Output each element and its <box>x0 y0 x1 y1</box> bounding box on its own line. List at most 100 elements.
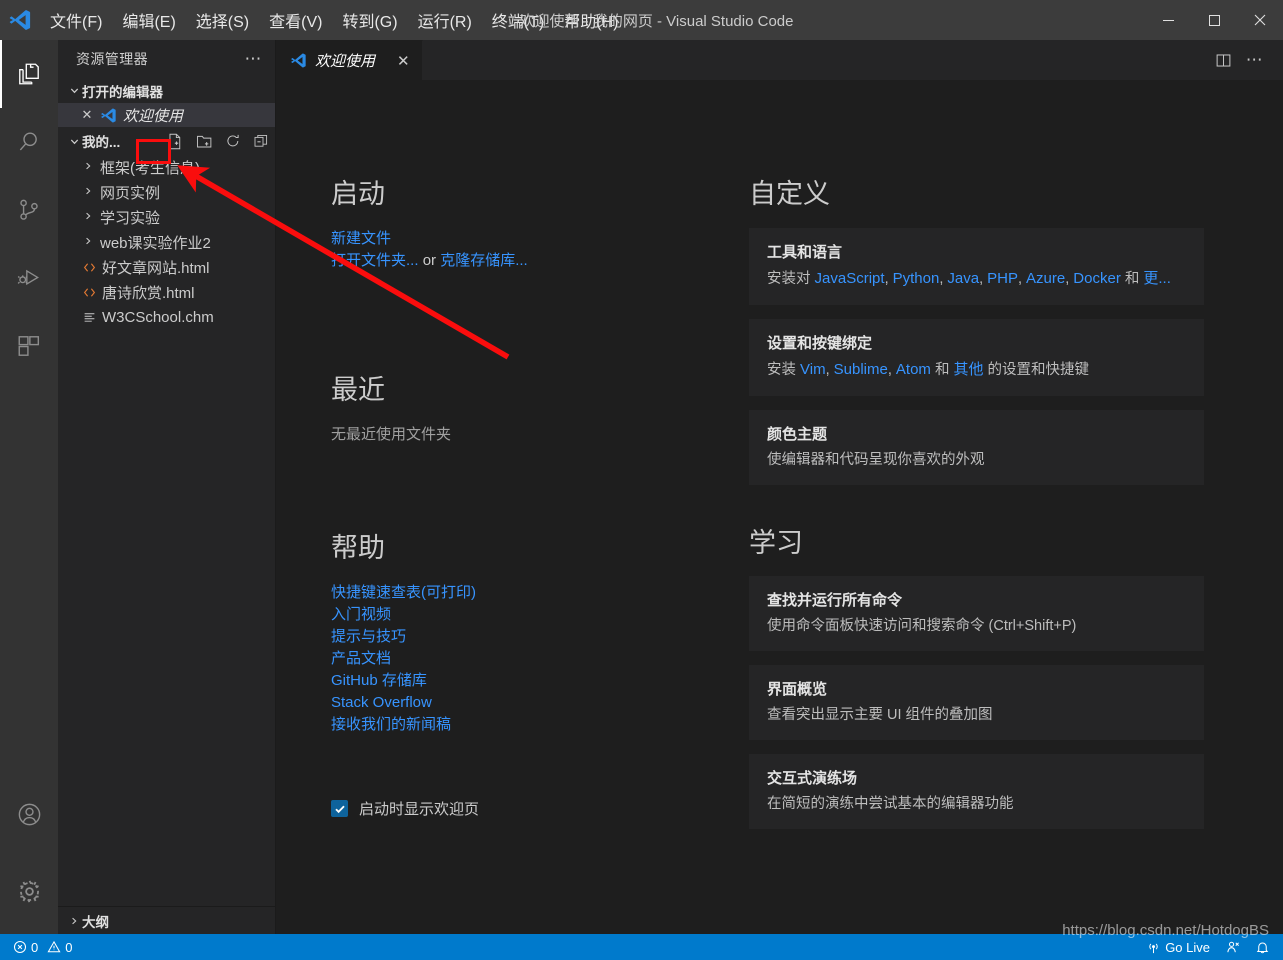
lang-docker-link[interactable]: Docker <box>1073 270 1121 287</box>
lang-javascript-link[interactable]: JavaScript <box>815 270 885 287</box>
close-icon[interactable]: ✕ <box>397 52 410 70</box>
tree-item-label: W3CSchool.chm <box>102 309 214 326</box>
feedback-person-icon <box>1225 940 1240 955</box>
card-description: 在简短的演练中尝试基本的编辑器功能 <box>767 796 1014 813</box>
more-actions-icon[interactable]: ⋯ <box>1241 46 1269 74</box>
close-button[interactable] <box>1237 0 1283 40</box>
menu-edit[interactable]: 编辑(E) <box>112 4 185 36</box>
desc-middle: 和 <box>1120 270 1144 287</box>
card-interactive-playground[interactable]: 交互式演练场 在简短的演练中尝试基本的编辑器功能 <box>749 754 1204 830</box>
refresh-icon[interactable] <box>225 133 241 149</box>
sidebar-title: 资源管理器 <box>76 51 148 67</box>
vscode-logo-icon <box>0 0 40 40</box>
keymap-others-link[interactable]: 其他 <box>954 361 984 378</box>
tree-item-file-4[interactable]: 好文章网站.html <box>58 255 275 280</box>
tree-item-file-5[interactable]: 唐诗欣赏.html <box>58 280 275 305</box>
go-live-button[interactable]: Go Live <box>1143 940 1213 955</box>
card-interface-overview[interactable]: 界面概览 查看突出显示主要 UI 组件的叠加图 <box>749 665 1204 741</box>
lang-more-link[interactable]: 更... <box>1143 270 1171 287</box>
open-folder-link[interactable]: 打开文件夹... <box>331 252 419 269</box>
sidebar-more-actions-icon[interactable]: ⋯ <box>245 50 264 67</box>
activity-extensions[interactable] <box>0 312 58 380</box>
new-folder-icon[interactable] <box>196 133 213 150</box>
new-file-link[interactable]: 新建文件 <box>331 230 391 247</box>
tree-item-label: 网页实例 <box>100 185 161 202</box>
activity-settings[interactable] <box>0 848 58 934</box>
chevron-right-icon <box>80 186 96 199</box>
tree-item-folder-1[interactable]: 网页实例 <box>58 180 275 205</box>
menu-view[interactable]: 查看(V) <box>259 4 332 36</box>
card-title: 交互式演练场 <box>767 770 858 788</box>
section-outline[interactable]: 大纲 <box>58 907 275 934</box>
lang-php-link[interactable]: PHP <box>987 270 1018 287</box>
feedback-button[interactable] <box>1222 940 1243 955</box>
activity-run-debug[interactable] <box>0 244 58 312</box>
card-description: 查看突出显示主要 UI 组件的叠加图 <box>767 707 993 724</box>
open-editor-label: 欢迎使用 <box>123 107 184 125</box>
keymap-vim-link[interactable]: Vim <box>800 361 826 378</box>
desc-prefix: 安装 <box>767 361 801 378</box>
document-lines-icon <box>80 310 98 325</box>
lang-azure-link[interactable]: Azure <box>1026 270 1065 287</box>
show-welcome-on-startup-row[interactable]: 启动时显示欢迎页 <box>331 798 711 819</box>
chevron-right-icon <box>80 211 96 224</box>
card-description: 使用命令面板快速访问和搜索命令 (Ctrl+Shift+P) <box>767 618 1077 635</box>
card-title: 颜色主题 <box>767 425 828 443</box>
activity-explorer[interactable] <box>0 40 58 108</box>
activity-search[interactable] <box>0 108 58 176</box>
title-bar: 文件(F) 编辑(E) 选择(S) 查看(V) 转到(G) 运行(R) 终端(T… <box>0 0 1283 40</box>
workbench: 资源管理器 ⋯ 打开的编辑器 ✕ 欢迎使用 我的... 框架(考生信息) 网页实… <box>0 40 1283 934</box>
open-editor-item-welcome[interactable]: ✕ 欢迎使用 <box>58 103 275 127</box>
start-links: 新建文件 打开文件夹... or 克隆存储库... <box>331 228 711 272</box>
card-tools-and-languages[interactable]: 工具和语言 安装对 JavaScript, Python, Java, PHP,… <box>749 227 1204 305</box>
show-welcome-label: 启动时显示欢迎页 <box>359 801 480 819</box>
vscode-file-icon <box>290 52 307 69</box>
clone-repository-link[interactable]: 克隆存储库... <box>440 252 528 269</box>
menu-help[interactable]: 帮助(H) <box>554 4 628 36</box>
vscode-file-icon <box>100 107 117 124</box>
menu-terminal[interactable]: 终端(T) <box>482 4 554 36</box>
card-settings-and-keybindings[interactable]: 设置和按键绑定 安装 Vim, Sublime, Atom 和 其他 的设置和快… <box>749 318 1204 396</box>
notifications-button[interactable] <box>1252 940 1273 955</box>
product-documentation-link[interactable]: 产品文档 <box>331 650 391 667</box>
status-bar: 0 0 Go Live https://blog.csdn.net/Hotdog… <box>0 922 1283 960</box>
card-find-run-commands[interactable]: 查找并运行所有命令 使用命令面板快速访问和搜索命令 (Ctrl+Shift+P) <box>749 576 1204 652</box>
close-icon[interactable]: ✕ <box>80 107 94 123</box>
show-welcome-checkbox[interactable] <box>331 800 348 818</box>
help-heading: 帮助 <box>331 533 385 564</box>
stack-overflow-link[interactable]: Stack Overflow <box>331 694 432 711</box>
github-repository-link[interactable]: GitHub 存储库 <box>331 672 427 689</box>
intro-videos-link[interactable]: 入门视频 <box>331 606 391 623</box>
editor-group: 欢迎使用 ✕ ⋯ 启动 新建文件 打开文件夹... or 克隆存储库... 最近… <box>276 40 1283 934</box>
html-code-icon <box>80 285 98 300</box>
tree-item-file-6[interactable]: W3CSchool.chm <box>58 305 275 330</box>
annotation-highlight-box <box>136 139 171 164</box>
split-editor-icon[interactable] <box>1209 46 1237 74</box>
status-problems[interactable]: 0 0 <box>10 940 75 955</box>
minimize-button[interactable] <box>1145 0 1191 40</box>
tree-item-folder-2[interactable]: 学习实验 <box>58 205 275 230</box>
collapse-all-icon[interactable] <box>253 133 269 149</box>
tree-item-folder-3[interactable]: web课实验作业2 <box>58 230 275 255</box>
tab-label: 欢迎使用 <box>315 53 376 70</box>
lang-java-link[interactable]: Java <box>947 270 979 287</box>
activity-account[interactable] <box>0 780 58 848</box>
menu-file[interactable]: 文件(F) <box>40 4 112 36</box>
section-open-editors[interactable]: 打开的编辑器 <box>58 78 275 103</box>
tab-welcome[interactable]: 欢迎使用 ✕ <box>276 40 423 80</box>
keymap-sublime-link[interactable]: Sublime <box>834 361 888 378</box>
menu-selection[interactable]: 选择(S) <box>186 4 259 36</box>
tips-and-tricks-link[interactable]: 提示与技巧 <box>331 628 406 645</box>
menu-goto[interactable]: 转到(G) <box>332 4 407 36</box>
status-left: 0 0 <box>0 940 75 955</box>
activity-source-control[interactable] <box>0 176 58 244</box>
start-separator: or <box>422 251 437 269</box>
keyboard-shortcuts-link[interactable]: 快捷键速查表(可打印) <box>331 584 476 601</box>
maximize-button[interactable] <box>1191 0 1237 40</box>
lang-python-link[interactable]: Python <box>893 270 940 287</box>
warning-triangle-icon <box>47 940 61 954</box>
keymap-atom-link[interactable]: Atom <box>896 361 931 378</box>
newsletter-link[interactable]: 接收我们的新闻稿 <box>331 716 451 733</box>
card-color-theme[interactable]: 颜色主题 使编辑器和代码呈现你喜欢的外观 <box>749 409 1204 485</box>
menu-run[interactable]: 运行(R) <box>408 4 482 36</box>
